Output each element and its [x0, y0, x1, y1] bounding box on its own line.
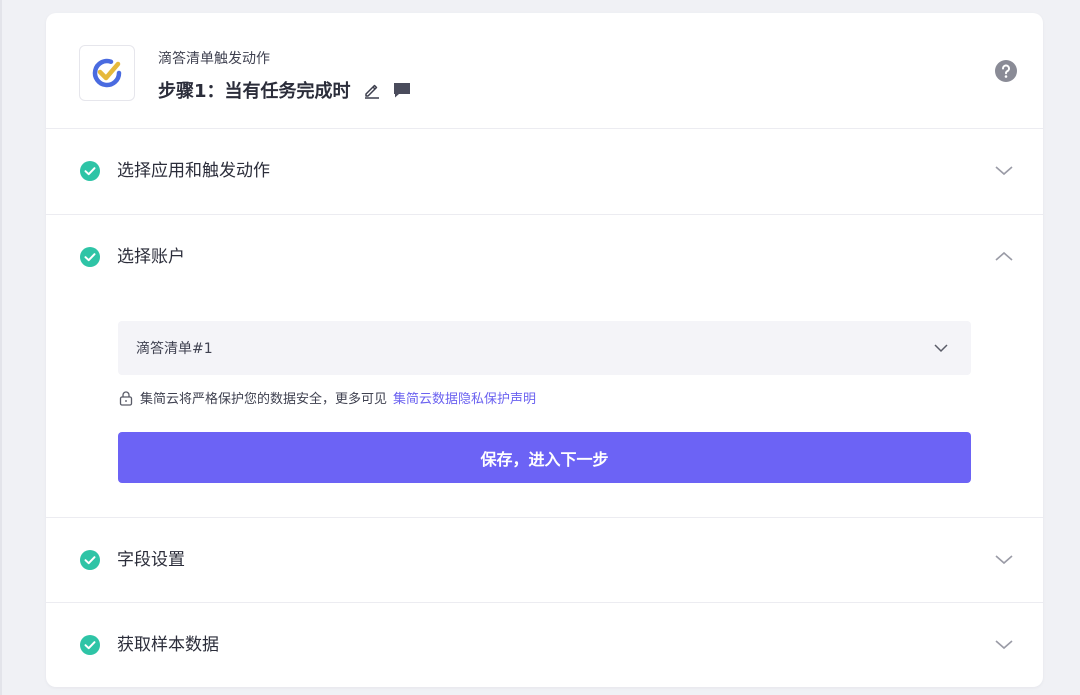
section-header[interactable]: 获取样本数据: [46, 603, 1043, 687]
privacy-notice: 集简云将严格保护您的数据安全，更多可见 集简云数据隐私保护声明: [119, 388, 536, 407]
help-circle-icon[interactable]: [995, 60, 1017, 82]
check-circle-icon: [80, 550, 100, 570]
save-next-button[interactable]: 保存，进入下一步: [118, 432, 971, 483]
account-select[interactable]: 滴答清单#1: [118, 321, 971, 375]
section-label: 选择应用和触发动作: [117, 161, 270, 181]
step-title: 步骤1：当有任务完成时: [158, 77, 411, 103]
ticktick-logo-icon: [79, 45, 135, 101]
section-label: 选择账户: [117, 247, 185, 267]
section-field-settings: 字段设置: [46, 518, 1043, 603]
section-header[interactable]: 选择账户: [46, 215, 1043, 300]
section-sample-data: 获取样本数据: [46, 603, 1043, 687]
step-title-text: 步骤1：当有任务完成时: [158, 81, 351, 102]
section-header[interactable]: 选择应用和触发动作: [46, 129, 1043, 214]
check-circle-icon: [80, 635, 100, 655]
comment-icon[interactable]: [393, 81, 411, 99]
section-label: 字段设置: [117, 550, 185, 570]
chevron-up-icon[interactable]: [995, 249, 1013, 265]
chevron-down-icon[interactable]: [995, 163, 1013, 179]
edit-icon[interactable]: [363, 81, 381, 99]
chevron-down-icon[interactable]: [995, 552, 1013, 568]
section-label: 获取样本数据: [117, 635, 219, 655]
chevron-down-icon[interactable]: [995, 637, 1013, 653]
chevron-down-icon: [933, 341, 949, 355]
lock-icon: [119, 390, 133, 406]
check-circle-icon: [80, 247, 100, 267]
check-circle-icon: [80, 161, 100, 181]
step-header: 滴答清单触发动作 步骤1：当有任务完成时: [46, 13, 1043, 129]
step-card: 滴答清单触发动作 步骤1：当有任务完成时 选择应用和触发动作 选择账户 滴答清单…: [46, 13, 1043, 687]
account-select-value: 滴答清单#1: [136, 341, 213, 357]
section-header[interactable]: 字段设置: [46, 518, 1043, 603]
app-trigger-name: 滴答清单触发动作: [158, 51, 270, 67]
privacy-policy-link[interactable]: 集简云数据隐私保护声明: [393, 388, 536, 407]
privacy-text: 集简云将严格保护您的数据安全，更多可见: [140, 392, 388, 407]
section-app-trigger: 选择应用和触发动作: [46, 129, 1043, 215]
window-edge: [0, 0, 2, 695]
